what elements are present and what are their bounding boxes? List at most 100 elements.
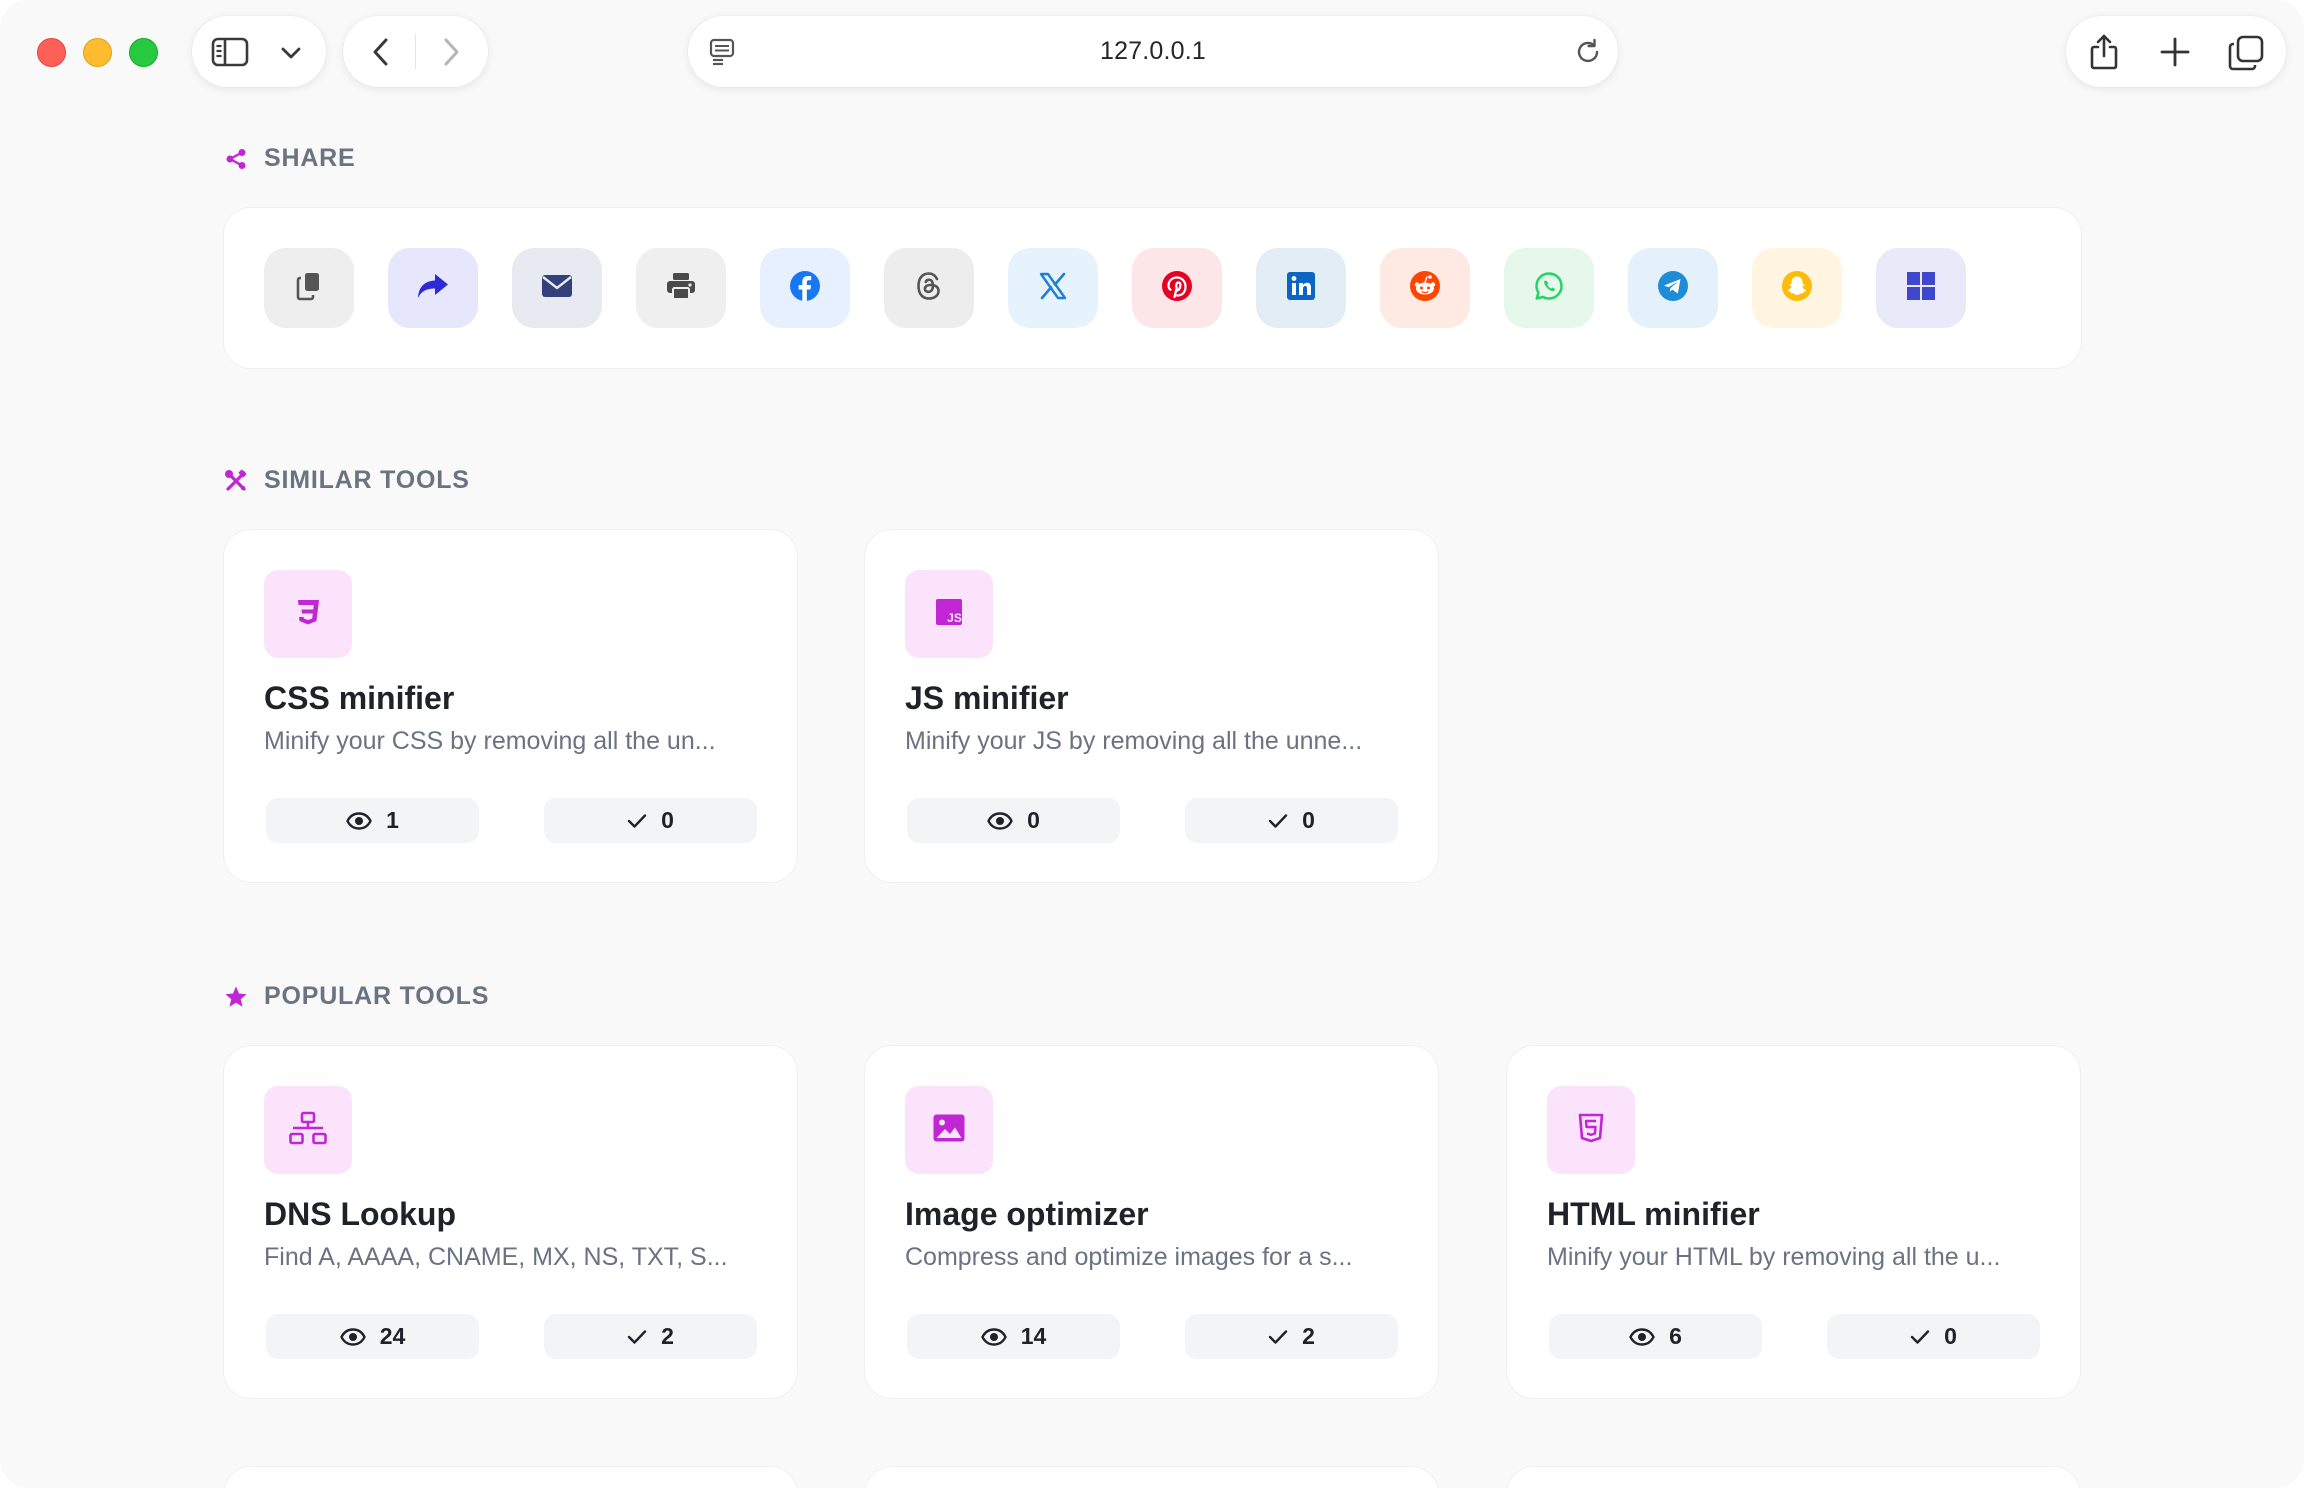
copy-icon bbox=[296, 271, 322, 306]
maximize-window-button[interactable] bbox=[129, 38, 158, 67]
threads-button[interactable] bbox=[884, 248, 974, 328]
microsoft-button[interactable] bbox=[1876, 248, 1966, 328]
telegram-button[interactable] bbox=[1628, 248, 1718, 328]
popular-tools-section-title: POPULAR TOOLS bbox=[224, 982, 489, 1011]
eye-icon bbox=[987, 811, 1013, 830]
print-button[interactable] bbox=[636, 248, 726, 328]
facebook-button[interactable] bbox=[760, 248, 850, 328]
tool-description: Minify your CSS by removing all the un..… bbox=[264, 727, 716, 755]
checkmark-icon bbox=[1910, 1329, 1930, 1345]
browser-toolbar: 127.0.0.1 bbox=[0, 0, 2304, 106]
checkmark-icon bbox=[627, 813, 647, 829]
views-count: 1 bbox=[386, 807, 399, 833]
tool-icon-box bbox=[264, 570, 352, 658]
tool-card-dns-lookup[interactable]: DNS Lookup Find A, AAAA, CNAME, MX, NS, … bbox=[223, 1045, 798, 1399]
address-bar[interactable]: 127.0.0.1 bbox=[688, 16, 1618, 87]
eye-icon bbox=[1629, 1327, 1655, 1346]
views-stat: 6 bbox=[1549, 1314, 1762, 1359]
views-stat: 24 bbox=[266, 1314, 479, 1359]
url-text[interactable]: 127.0.0.1 bbox=[1100, 37, 1206, 66]
snapchat-button[interactable] bbox=[1752, 248, 1842, 328]
checkmark-icon bbox=[1268, 813, 1288, 829]
x-icon bbox=[1039, 272, 1067, 305]
similar-tools-section-title: SIMILAR TOOLS bbox=[224, 466, 470, 495]
linkedin-button[interactable] bbox=[1256, 248, 1346, 328]
windows-icon bbox=[1907, 271, 1935, 305]
views-count: 0 bbox=[1027, 807, 1040, 833]
chevron-down-icon[interactable] bbox=[276, 38, 306, 68]
js-icon: JS bbox=[934, 597, 964, 632]
tool-card-js-minifier[interactable]: JS JS minifier Minify your JS by removin… bbox=[864, 529, 1439, 883]
forward-button[interactable] bbox=[433, 34, 469, 70]
tool-description: Minify your HTML by removing all the u..… bbox=[1547, 1243, 2001, 1271]
telegram-icon bbox=[1657, 270, 1689, 307]
eye-icon bbox=[346, 811, 372, 830]
sidebar-icon[interactable] bbox=[210, 32, 250, 72]
tool-title: HTML minifier bbox=[1547, 1196, 1760, 1232]
share-section-title: SHARE bbox=[224, 144, 356, 173]
reddit-icon bbox=[1409, 270, 1441, 307]
email-button[interactable] bbox=[512, 248, 602, 328]
eye-icon bbox=[339, 1327, 366, 1346]
share-icon[interactable] bbox=[2084, 30, 2124, 74]
tool-icon-box bbox=[264, 1086, 352, 1174]
whatsapp-button[interactable] bbox=[1504, 248, 1594, 328]
views-count: 24 bbox=[379, 1323, 406, 1349]
new-tab-icon[interactable] bbox=[2156, 33, 2194, 71]
html5-icon bbox=[1578, 1113, 1604, 1148]
snapchat-icon bbox=[1781, 270, 1813, 307]
tab-overview-icon[interactable] bbox=[2226, 33, 2266, 73]
linkedin-icon bbox=[1287, 271, 1315, 305]
pinterest-button[interactable] bbox=[1132, 248, 1222, 328]
x-button[interactable] bbox=[1008, 248, 1098, 328]
completions-count: 2 bbox=[661, 1323, 674, 1349]
image-icon bbox=[932, 1113, 966, 1148]
minimize-window-button[interactable] bbox=[83, 38, 112, 67]
completions-count: 0 bbox=[1944, 1323, 1957, 1349]
completions-stat: 0 bbox=[1185, 798, 1398, 843]
network-icon bbox=[289, 1111, 327, 1150]
completions-count: 0 bbox=[661, 807, 674, 833]
native-share-button[interactable] bbox=[388, 248, 478, 328]
completions-stat: 0 bbox=[544, 798, 757, 843]
copy-link-button[interactable] bbox=[264, 248, 354, 328]
views-count: 14 bbox=[1020, 1323, 1047, 1349]
views-count: 6 bbox=[1669, 1323, 1682, 1349]
back-button[interactable] bbox=[363, 34, 399, 70]
nav-separator bbox=[415, 34, 416, 69]
threads-icon bbox=[915, 271, 943, 306]
close-window-button[interactable] bbox=[37, 38, 66, 67]
tool-icon-box: JS bbox=[905, 570, 993, 658]
share-nodes-icon bbox=[224, 147, 248, 171]
views-stat: 14 bbox=[907, 1314, 1120, 1359]
tool-card-partial[interactable] bbox=[223, 1466, 798, 1488]
tool-icon-box bbox=[1547, 1086, 1635, 1174]
checkmark-icon bbox=[1268, 1329, 1288, 1345]
completions-count: 0 bbox=[1302, 807, 1315, 833]
reload-icon[interactable] bbox=[1572, 36, 1604, 68]
section-title-text: SIMILAR TOOLS bbox=[264, 466, 470, 494]
completions-stat: 0 bbox=[1827, 1314, 2040, 1359]
tool-title: Image optimizer bbox=[905, 1196, 1149, 1232]
tool-card-partial[interactable] bbox=[864, 1466, 1439, 1488]
share-card bbox=[223, 207, 2082, 369]
share-forward-icon bbox=[416, 272, 450, 305]
navigation-group bbox=[343, 16, 488, 87]
tool-description: Compress and optimize images for a s... bbox=[905, 1243, 1353, 1271]
sidebar-toggle-group bbox=[192, 16, 326, 87]
tool-title: DNS Lookup bbox=[264, 1196, 456, 1232]
tool-title: CSS minifier bbox=[264, 680, 455, 716]
views-stat: 1 bbox=[266, 798, 479, 843]
browser-window: 127.0.0.1 SHARE SIMILAR TOOLS CSS minifi… bbox=[0, 0, 2304, 1488]
section-title-text: POPULAR TOOLS bbox=[264, 982, 490, 1010]
tool-description: Find A, AAAA, CNAME, MX, NS, TXT, S... bbox=[264, 1243, 728, 1271]
tool-title: JS minifier bbox=[905, 680, 1069, 716]
tool-card-partial[interactable] bbox=[1506, 1466, 2081, 1488]
page-settings-icon[interactable] bbox=[706, 36, 738, 68]
tool-card-css-minifier[interactable]: CSS minifier Minify your CSS by removing… bbox=[223, 529, 798, 883]
tool-card-image-optimizer[interactable]: Image optimizer Compress and optimize im… bbox=[864, 1045, 1439, 1399]
whatsapp-icon bbox=[1534, 271, 1564, 306]
tool-card-html-minifier[interactable]: HTML minifier Minify your HTML by removi… bbox=[1506, 1045, 2081, 1399]
reddit-button[interactable] bbox=[1380, 248, 1470, 328]
facebook-icon bbox=[789, 270, 821, 307]
